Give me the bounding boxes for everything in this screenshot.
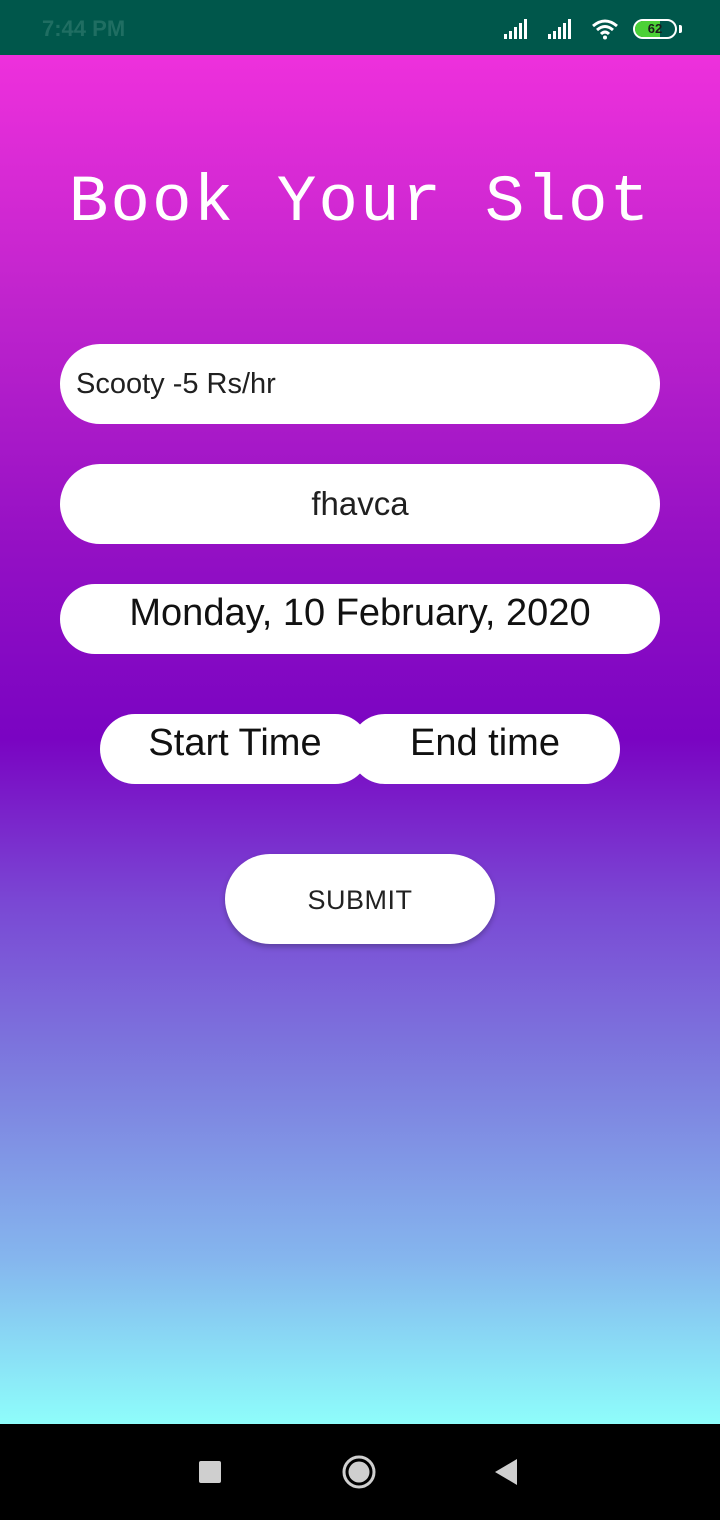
- back-icon[interactable]: [494, 1458, 518, 1486]
- wifi-icon: [592, 19, 618, 40]
- recent-apps-icon[interactable]: [199, 1461, 221, 1483]
- end-time-button[interactable]: End time: [350, 714, 620, 784]
- status-time: 7:44 PM: [42, 16, 126, 41]
- signal-icon: [504, 19, 527, 39]
- signal-icon: [548, 19, 571, 39]
- name-input[interactable]: fhavca: [60, 464, 660, 544]
- start-time-button[interactable]: Start Time: [100, 714, 370, 784]
- app-screen: 7:44 PM 62 Book Your Slot Scooty -5 Rs/h…: [0, 0, 720, 1520]
- booking-screen: Book Your Slot Scooty -5 Rs/hr fhavca Mo…: [0, 55, 720, 1424]
- navigation-bar: [0, 1424, 720, 1520]
- home-icon[interactable]: [341, 1454, 377, 1490]
- battery-tip: [679, 25, 682, 33]
- date-picker-button[interactable]: Monday, 10 February, 2020: [60, 584, 660, 654]
- battery-level: 62: [647, 21, 663, 36]
- battery-icon: 62: [633, 19, 677, 39]
- status-icons: 62: [503, 14, 682, 44]
- page-title: Book Your Slot: [68, 165, 652, 240]
- end-time-label: End time: [410, 722, 560, 764]
- status-bar: 7:44 PM 62: [0, 0, 720, 55]
- vehicle-dropdown[interactable]: Scooty -5 Rs/hr: [60, 344, 660, 424]
- submit-button[interactable]: SUBMIT: [225, 854, 495, 944]
